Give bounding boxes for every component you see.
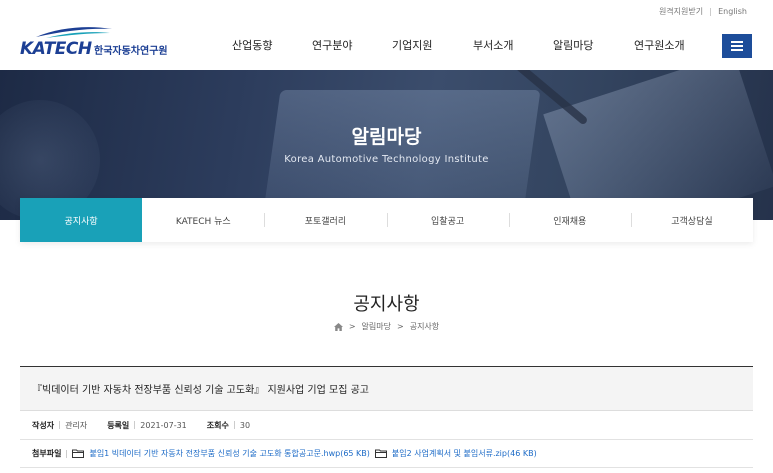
tab-recruitment[interactable]: 인재채용 [508, 198, 631, 242]
attachment-link-2[interactable]: 붙임2 사업계획서 및 붙임서류.zip(46 KB) [392, 448, 537, 459]
page-title: 공지사항 [353, 294, 420, 315]
hamburger-icon [731, 41, 743, 43]
folder-icon [72, 449, 85, 458]
tab-notices[interactable]: 공지사항 [20, 198, 143, 242]
breadcrumb: > 알림마당 > 공지사항 [0, 321, 773, 332]
tab-katech-news[interactable]: KATECH 뉴스 [142, 198, 264, 242]
attachment-link-1[interactable]: 붙임1 빅데이터 기반 자동차 전장부품 신뢰성 기술 고도화 통합공고문.hw… [89, 448, 369, 459]
nav-item-research-fields[interactable]: 연구분야 [312, 37, 352, 53]
attachments-label: 첨부파일 [32, 449, 62, 458]
post-meta: 작성자 관리자 등록일 2021-07-31 조회수 30 [20, 411, 753, 440]
nav-item-industry-trends[interactable]: 산업동향 [232, 37, 272, 53]
divider [134, 421, 136, 429]
nav-item-business-support[interactable]: 기업지원 [392, 37, 432, 53]
chevron-right-icon: > [397, 322, 404, 331]
home-icon[interactable] [333, 322, 343, 331]
hero-subtitle: Korea Automotive Technology Institute [284, 154, 489, 165]
views-value: 30 [239, 420, 251, 430]
tab-photo-gallery[interactable]: 포토갤러리 [264, 198, 386, 242]
author-value: 관리자 [65, 420, 88, 430]
hero-title: 알림마당 [351, 126, 422, 148]
tab-customer-support[interactable]: 고객상담실 [630, 198, 753, 242]
logo-brand-korean: 한국자동차연구원 [94, 46, 168, 57]
logo-brand-text: KATECH [20, 39, 92, 59]
date-label: 등록일 [107, 420, 130, 430]
divider [710, 7, 712, 16]
hamburger-icon-line [731, 49, 743, 51]
post-view: 『빅데이터 기반 자동차 전장부품 신뢰성 기술 고도화』 지원사업 기업 모집… [20, 366, 753, 468]
author-label: 작성자 [32, 420, 55, 430]
breadcrumb-item-notices[interactable]: 공지사항 [410, 321, 439, 332]
divider [233, 421, 235, 429]
chevron-right-icon: > [348, 322, 356, 331]
tab-bid-notices[interactable]: 입찰공고 [386, 198, 509, 242]
site-logo[interactable]: KATECH 한국자동차연구원 [20, 25, 190, 59]
utility-links: 원격지원받기 English [659, 6, 747, 17]
logo-swoosh-icon [36, 27, 112, 38]
divider [66, 449, 68, 458]
folder-icon [374, 449, 387, 458]
nav-item-notice-board[interactable]: 알림마당 [553, 37, 593, 53]
remote-support-link[interactable]: 원격지원받기 [659, 6, 703, 17]
post-attachments: 첨부파일 붙임1 빅데이터 기반 자동차 전장부품 신뢰성 기술 고도화 통합공… [20, 440, 753, 468]
views-label: 조회수 [206, 420, 229, 430]
post-title: 『빅데이터 기반 자동차 전장부품 신뢰성 기술 고도화』 지원사업 기업 모집… [20, 367, 753, 411]
nav-item-about[interactable]: 연구원소개 [634, 37, 685, 53]
divider [59, 421, 61, 429]
sub-navigation-tabs: 공지사항 KATECH 뉴스 포토갤러리 입찰공고 인재채용 고객상담실 [20, 198, 753, 242]
english-link[interactable]: English [718, 7, 747, 16]
date-value: 2021-07-31 [140, 420, 187, 430]
hamburger-menu-button[interactable] [722, 34, 752, 58]
hamburger-icon-line [731, 45, 743, 47]
breadcrumb-item-notice-board[interactable]: 알림마당 [362, 321, 391, 332]
nav-item-departments[interactable]: 부서소개 [473, 37, 513, 53]
